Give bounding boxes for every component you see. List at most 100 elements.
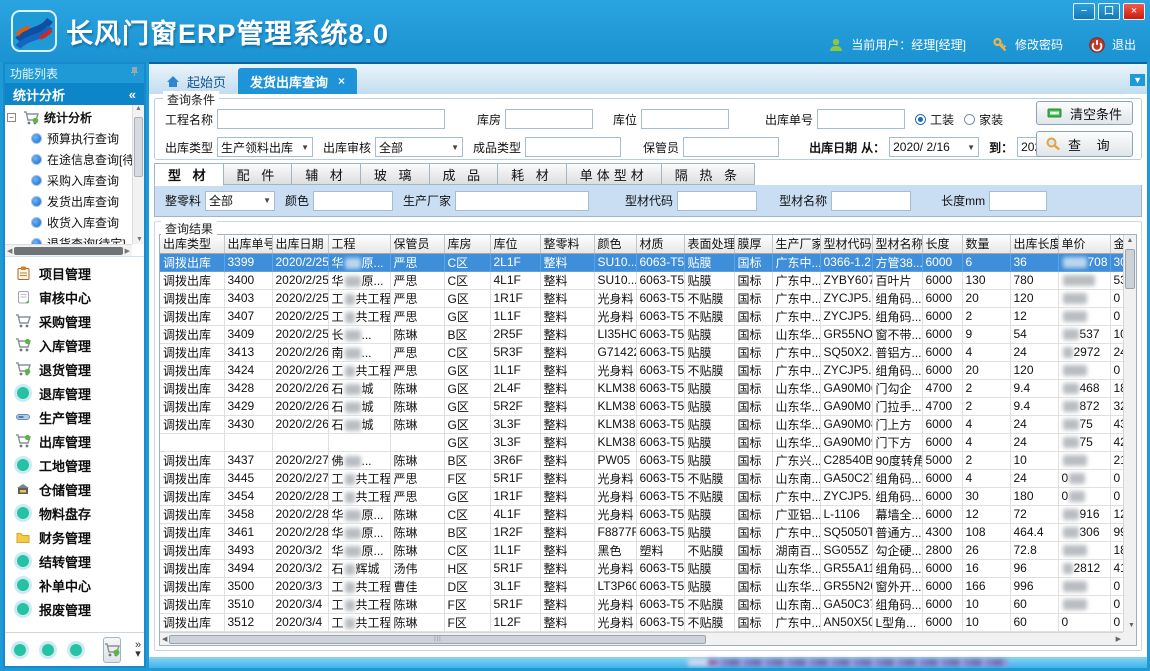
sidebar-item-folder[interactable]: 财务管理 <box>5 525 144 549</box>
column-header[interactable]: 型材名称 <box>872 235 922 253</box>
table-row[interactable]: 调拨出库34942020/3/2石辉城汤伟H区5R1F整料光身料6063-T5贴… <box>160 559 1123 577</box>
column-header[interactable]: 生产厂家 <box>772 235 820 253</box>
column-header[interactable]: 库房 <box>444 235 490 253</box>
tree-horizontal-scrollbar[interactable]: ◀▶ <box>5 244 132 256</box>
table-row[interactable]: 调拨出库34542020/2/28工共工程严思G区1R1F整料光身料6063-T… <box>160 487 1123 505</box>
color-input[interactable] <box>313 191 393 211</box>
table-row[interactable]: 调拨出库34302020/2/26石城陈琳G区3L3F整料KLM38176063… <box>160 415 1123 433</box>
footer-dot-icon[interactable] <box>14 644 26 656</box>
tree-item[interactable]: 收货入库查询 <box>7 212 132 233</box>
length-input[interactable] <box>989 191 1047 211</box>
footer-overflow-button[interactable]: » ▾ <box>135 641 141 659</box>
sidebar-section-header[interactable]: 统计分析 « <box>5 83 144 105</box>
tab-shipment-outbound-query[interactable]: 发货出库查询 × <box>238 68 357 94</box>
column-header[interactable]: 型材代码 <box>820 235 872 253</box>
table-row[interactable]: 调拨出库34132020/2/26南...严思C区5R3F整料G71422606… <box>160 343 1123 361</box>
tree-item[interactable]: 发货出库查询 <box>7 191 132 212</box>
audit-select[interactable]: 全部▼ <box>375 137 463 157</box>
sidebar-item-basket[interactable]: 仓储管理 <box>5 477 144 501</box>
tab-close-icon[interactable]: × <box>338 74 345 88</box>
location-input[interactable] <box>641 109 729 129</box>
tab-overflow-icon[interactable]: ▼ <box>1130 74 1145 86</box>
logout-button[interactable]: 退出 <box>1112 36 1136 53</box>
sidebar-item-cart-return[interactable]: 退货管理 <box>5 357 144 381</box>
sidebar-item-widget[interactable]: 生产管理 <box>5 405 144 429</box>
sidebar-item-dot[interactable]: 工地管理 <box>5 453 144 477</box>
column-header[interactable]: 数量 <box>962 235 1010 253</box>
tree-item[interactable]: 采购入库查询 <box>7 170 132 191</box>
footer-dot-icon[interactable] <box>70 644 82 656</box>
footer-dot-icon[interactable] <box>42 644 54 656</box>
column-header[interactable]: 表面处理 <box>684 235 734 253</box>
column-header[interactable]: 颜色 <box>594 235 636 253</box>
warehouse-input[interactable] <box>505 109 593 129</box>
material-tab[interactable]: 配 件 <box>224 163 293 185</box>
table-row[interactable]: 调拨出库34452020/2/27工共工程严思F区5R1F整料光身料6063-T… <box>160 469 1123 487</box>
product-type-input[interactable] <box>525 137 621 157</box>
table-row[interactable]: 调拨出库34292020/2/26石城陈琳G区5R2F整料KLM38176063… <box>160 397 1123 415</box>
sidebar-item-dot[interactable]: 报废管理 <box>5 597 144 621</box>
table-row[interactable]: 调拨出库33992020/2/25华原...严思C区2L1F整料SU10...6… <box>160 253 1123 271</box>
sidebar-item-note[interactable]: 审核中心 <box>5 285 144 309</box>
tree-vertical-scrollbar[interactable]: ▲▼ <box>132 105 144 244</box>
grid-vertical-scrollbar[interactable]: ▲▼ <box>1123 235 1136 632</box>
sidebar-item-cart-green[interactable]: 出库管理 <box>5 429 144 453</box>
column-header[interactable]: 单价 <box>1058 235 1110 253</box>
sidebar-item-dot[interactable]: 退库管理 <box>5 381 144 405</box>
table-row[interactable]: 调拨出库34242020/2/26工共工程严思G区1L1F整料光身料6063-T… <box>160 361 1123 379</box>
table-row[interactable]: 调拨出库34932020/3/2华原...陈琳C区1L1F整料黑色塑料不贴膜国标… <box>160 541 1123 559</box>
material-tab[interactable]: 耗 材 <box>498 163 567 185</box>
table-row[interactable]: 调拨出库34612020/2/28华原...陈琳B区1R2F整料F8877FT6… <box>160 523 1123 541</box>
tree-item[interactable]: 预算执行查询 <box>7 128 132 149</box>
keeper-input[interactable] <box>683 137 779 157</box>
profile-name-input[interactable] <box>831 191 911 211</box>
material-tab[interactable]: 隔 热 条 <box>662 163 755 185</box>
project-name-input[interactable] <box>217 109 445 129</box>
search-button[interactable]: 查 询 <box>1036 131 1133 157</box>
table-row[interactable]: G区3L3F整料KLM38176063-T5贴膜国标山东华...GA90M09.… <box>160 433 1123 451</box>
column-header[interactable]: 工程 <box>328 235 390 253</box>
column-header[interactable]: 库位 <box>490 235 540 253</box>
tree-item[interactable]: 退货查询[待定] <box>7 233 132 244</box>
material-tab[interactable]: 型 材 <box>154 163 224 186</box>
table-row[interactable]: 调拨出库34372020/2/27佛...陈琳B区3R6F整料PW056063-… <box>160 451 1123 469</box>
table-row[interactable]: 调拨出库35102020/3/4工共工程陈琳F区5R1F整料光身料6063-T5… <box>160 595 1123 613</box>
clear-conditions-button[interactable]: 清空条件 <box>1036 101 1133 125</box>
sidebar-item-cart-green[interactable]: 入库管理 <box>5 333 144 357</box>
table-row[interactable]: 调拨出库35002020/3/3工共工程曹佳D区3L1F整料LT3P606063… <box>160 577 1123 595</box>
date-from-select[interactable]: 2020/ 2/16▼ <box>889 137 979 157</box>
material-tab[interactable]: 玻 璃 <box>361 163 430 185</box>
table-row[interactable]: 调拨出库35122020/3/4工共工程陈琳F区1L2F整料光身料6063-T5… <box>160 613 1123 631</box>
sidebar-item-dot[interactable]: 结转管理 <box>5 549 144 573</box>
pin-icon[interactable] <box>130 66 139 80</box>
footer-cart-button[interactable] <box>103 637 121 663</box>
column-header[interactable]: 材质 <box>636 235 684 253</box>
sidebar-item-dot[interactable]: 补单中心 <box>5 573 144 597</box>
radio-work-wear[interactable]: 工装 <box>915 111 954 128</box>
sidebar-item-dot[interactable]: 物料盘存 <box>5 501 144 525</box>
out-type-select[interactable]: 生产领料出库▼ <box>217 137 313 157</box>
column-header[interactable]: 膜厚 <box>734 235 772 253</box>
collapse-icon[interactable]: « <box>129 87 136 102</box>
grid-horizontal-scrollbar[interactable]: ◀|||▶ <box>160 632 1123 645</box>
tree-item[interactable]: 在途信息查询[待 <box>7 149 132 170</box>
column-header[interactable]: 金 <box>1110 235 1123 253</box>
table-row[interactable]: 调拨出库34582020/2/28华原...陈琳C区4L1F整料光身料6063-… <box>160 505 1123 523</box>
table-row[interactable]: 调拨出库34002020/2/25华原...严思C区4L1F整料SU10...6… <box>160 271 1123 289</box>
table-row[interactable]: 调拨出库34072020/2/25工共工程严思G区1L1F整料光身料6063-T… <box>160 307 1123 325</box>
tree-root-item[interactable]: −统计分析 <box>7 107 132 128</box>
maximize-button[interactable]: 口 <box>1098 3 1120 20</box>
column-header[interactable]: 出库单号 <box>224 235 272 253</box>
material-tab[interactable]: 成 品 <box>430 163 499 185</box>
table-row[interactable]: 调拨出库34282020/2/26石城陈琳G区2L4F整料KLM38176063… <box>160 379 1123 397</box>
close-button[interactable]: × <box>1123 3 1145 20</box>
table-row[interactable]: 调拨出库34092020/2/25长...陈琳B区2R5F整料LI35HO606… <box>160 325 1123 343</box>
column-header[interactable]: 出库长度 <box>1010 235 1058 253</box>
manufacturer-input[interactable] <box>455 191 589 211</box>
material-tab[interactable]: 单体型材 <box>567 163 662 185</box>
tree-expander-icon[interactable]: − <box>7 113 16 122</box>
table-row[interactable]: 调拨出库34032020/2/25工共工程严思G区1R1F整料光身料6063-T… <box>160 289 1123 307</box>
sidebar-item-cart[interactable]: 采购管理 <box>5 309 144 333</box>
column-header[interactable]: 整零料 <box>540 235 594 253</box>
whole-part-select[interactable]: 全部▼ <box>205 191 275 211</box>
